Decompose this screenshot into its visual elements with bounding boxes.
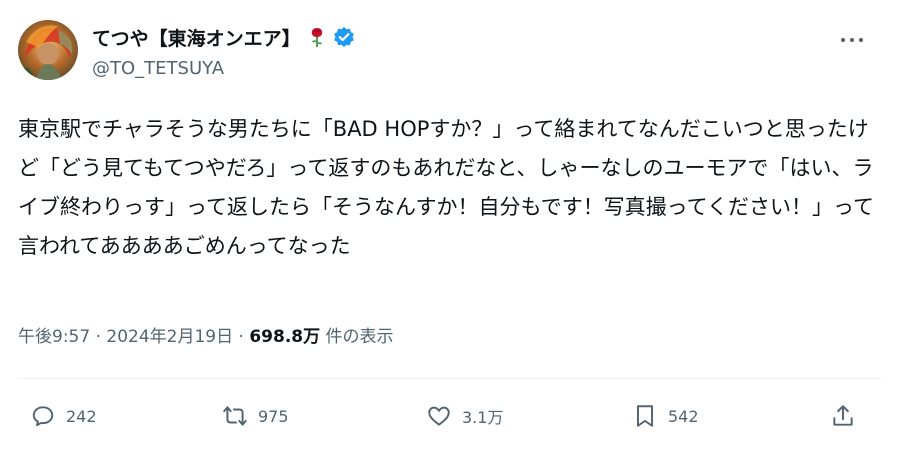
tweet-date[interactable]: 2024年2月19日 [106, 327, 233, 347]
views-count: 698.8万 [249, 327, 321, 347]
reply-count: 242 [66, 406, 97, 426]
verified-badge-icon[interactable] [333, 26, 355, 48]
rose-emoji-icon [307, 26, 327, 48]
dot [859, 38, 863, 42]
name-row: てつや【東海オンエア】 [92, 24, 355, 50]
tweet-header: てつや【東海オンエア】 @TO_TETSUYA [92, 24, 355, 79]
more-dots-icon[interactable] [838, 30, 866, 50]
bookmark-count: 542 [668, 406, 699, 426]
meta-separator: · [233, 327, 250, 347]
share-upload-icon [833, 405, 853, 426]
display-name[interactable]: てつや【東海オンエア】 [92, 24, 301, 51]
divider [18, 378, 882, 379]
retweet-arrows-icon [223, 406, 247, 426]
views-label: 件の表示 [320, 327, 394, 347]
speech-bubble-icon [32, 406, 54, 427]
action-bar: 242 975 3.1万 542 [0, 396, 900, 436]
meta-separator: · [90, 327, 107, 347]
dot [850, 38, 854, 42]
tweet-meta: 午後9:57 · 2024年2月19日 · 698.8万 件の表示 [18, 322, 394, 347]
retweet-count: 975 [258, 406, 289, 426]
tweet-text: 東京駅でチャラそうな男たちに「BAD HOPすか？」って絡まれてなんだこいつと思… [18, 117, 874, 258]
heart-icon [428, 406, 450, 426]
reply-button[interactable]: 242 [30, 396, 97, 436]
dot [841, 38, 845, 42]
retweet-button[interactable]: 975 [222, 396, 289, 436]
user-handle[interactable]: @TO_TETSUYA [92, 58, 355, 79]
avatar[interactable] [18, 20, 78, 80]
like-button[interactable]: 3.1万 [426, 396, 503, 436]
tweet-time[interactable]: 午後9:57 [18, 327, 90, 347]
share-button[interactable] [830, 396, 856, 436]
like-count: 3.1万 [462, 408, 504, 427]
bookmark-button[interactable]: 542 [632, 396, 699, 436]
tweet-card: てつや【東海オンエア】 @TO_TETSUYA 東京駅でチャラそうな男たちに「B… [0, 0, 900, 450]
bookmark-icon [636, 405, 654, 427]
